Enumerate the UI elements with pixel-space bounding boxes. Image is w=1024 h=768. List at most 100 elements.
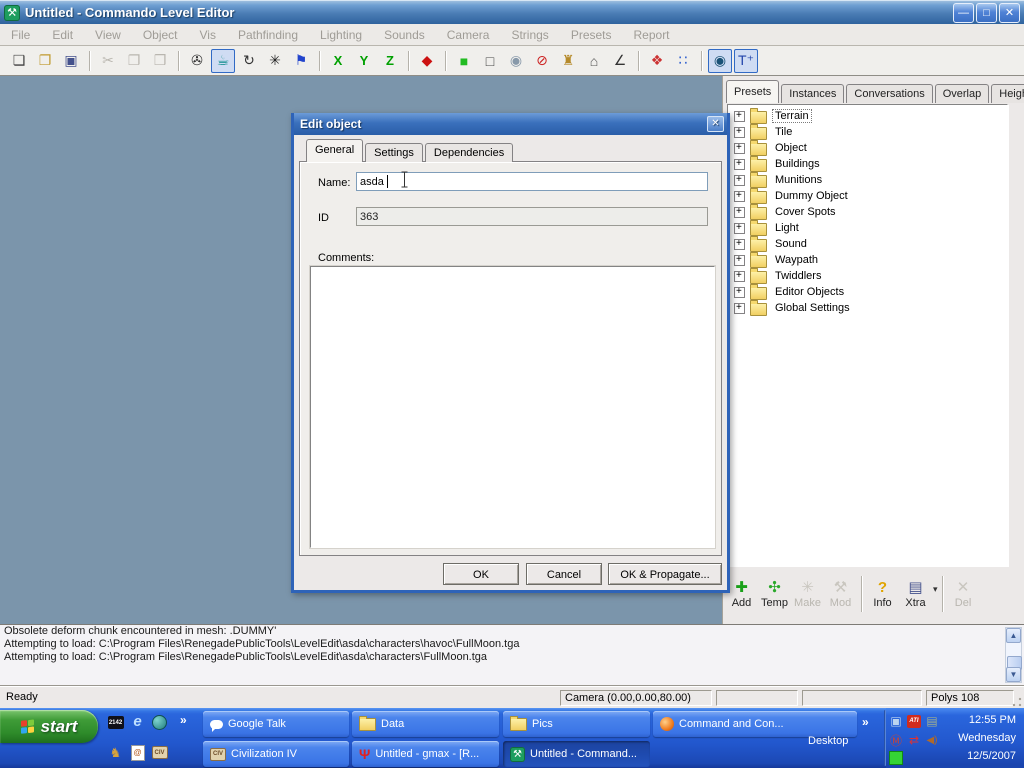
quicklaunch-ie-icon[interactable]: e (129, 713, 146, 730)
menu-presets[interactable]: Presets (560, 28, 623, 42)
tab-dependencies[interactable]: Dependencies (425, 143, 513, 162)
log-scrollbar[interactable]: ▲ ▼ (1005, 627, 1022, 683)
vis-eye-icon[interactable]: ◉ (504, 49, 528, 73)
tree-item-sound[interactable]: Sound (730, 236, 1007, 252)
orbit-icon[interactable]: ↻ (237, 49, 261, 73)
open-folder-icon[interactable]: ❐ (33, 49, 57, 73)
dialog-close-icon[interactable]: ✕ (707, 116, 724, 132)
xtra-dropdown-icon[interactable]: ▾ (933, 584, 938, 595)
tab-instances[interactable]: Instances (781, 84, 844, 103)
maximize-button[interactable]: □ (976, 3, 997, 23)
quicklaunch-document-icon[interactable]: @ (129, 744, 146, 761)
new-file-icon[interactable]: ❏ (7, 49, 31, 73)
quicklaunch-messenger-icon[interactable] (151, 714, 168, 731)
tab-overlap[interactable]: Overlap (935, 84, 990, 103)
xtra-button[interactable]: ▤Xtra (899, 572, 932, 616)
tree-item-terrain[interactable]: Terrain (730, 108, 1007, 124)
tab-heightfield[interactable]: Heightfield (991, 84, 1024, 103)
task-pics-folder[interactable]: Pics (503, 711, 650, 737)
tree-item-global-settings[interactable]: Global Settings (730, 300, 1007, 316)
expand-plus-icon[interactable] (734, 143, 745, 154)
ati-tray-icon[interactable]: ATI (906, 713, 922, 729)
vehicle-icon[interactable]: ⌂ (582, 49, 606, 73)
cancel-button[interactable]: Cancel (526, 563, 602, 585)
quicklaunch-bf2142-icon[interactable]: 2142 (107, 714, 124, 731)
desktop-toolbar-chevron[interactable]: » (862, 715, 869, 729)
task-level-editor[interactable]: ⚒ Untitled - Command... (503, 741, 650, 767)
tree-item-object[interactable]: Object (730, 140, 1007, 156)
tree-item-waypath[interactable]: Waypath (730, 252, 1007, 268)
expand-plus-icon[interactable] (734, 271, 745, 282)
expand-plus-icon[interactable] (734, 223, 745, 234)
walk-icon[interactable]: ✳ (263, 49, 287, 73)
solid-box-icon[interactable]: ■ (452, 49, 476, 73)
network-tray-icon[interactable]: ▣ (888, 713, 904, 729)
tree-item-tile[interactable]: Tile (730, 124, 1007, 140)
tree-item-light[interactable]: Light (730, 220, 1007, 236)
rgb-squares-icon[interactable]: ∷ (671, 49, 695, 73)
tree-item-editor-objects[interactable]: Editor Objects (730, 284, 1007, 300)
tree-item-dummy-object[interactable]: Dummy Object (730, 188, 1007, 204)
ok-propagate-button[interactable]: OK & Propagate... (608, 563, 722, 585)
expand-plus-icon[interactable] (734, 175, 745, 186)
quicklaunch-civ-icon[interactable]: CIV (151, 744, 168, 761)
task-data-folder[interactable]: Data (352, 711, 499, 737)
task-google-talk[interactable]: Google Talk (203, 711, 349, 737)
quicklaunch-overflow-chevron[interactable]: » (180, 713, 187, 727)
temp-button[interactable]: ✣Temp (758, 572, 791, 616)
task-command-and-conquer[interactable]: Command and Con... (653, 711, 857, 737)
start-button[interactable]: start (0, 710, 98, 743)
menu-pathfinding[interactable]: Pathfinding (227, 28, 309, 42)
save-icon[interactable]: ▣ (59, 49, 83, 73)
expand-plus-icon[interactable] (734, 207, 745, 218)
resize-grip[interactable] (1012, 697, 1022, 707)
teapot-icon[interactable]: ☕ (211, 49, 235, 73)
dialog-titlebar[interactable]: Edit object ✕ (294, 113, 727, 135)
menu-object[interactable]: Object (132, 28, 189, 42)
angle-icon[interactable]: ∠ (608, 49, 632, 73)
menu-file[interactable]: File (0, 28, 41, 42)
tab-presets[interactable]: Presets (726, 80, 779, 103)
menu-vis[interactable]: Vis (189, 28, 227, 42)
expand-plus-icon[interactable] (734, 303, 745, 314)
stamp-icon[interactable]: ♜ (556, 49, 580, 73)
axis-z-icon[interactable]: Z (378, 49, 402, 73)
close-button[interactable]: ✕ (999, 3, 1020, 23)
menu-strings[interactable]: Strings (500, 28, 559, 42)
no-vis-icon[interactable]: ⊘ (530, 49, 554, 73)
ok-button[interactable]: OK (443, 563, 519, 585)
expand-plus-icon[interactable] (734, 287, 745, 298)
menu-view[interactable]: View (84, 28, 132, 42)
expand-plus-icon[interactable] (734, 191, 745, 202)
expand-plus-icon[interactable] (734, 159, 745, 170)
axis-y-icon[interactable]: Y (352, 49, 376, 73)
scroll-down-icon[interactable]: ▼ (1006, 667, 1021, 682)
axis-x-icon[interactable]: X (326, 49, 350, 73)
comments-field[interactable] (310, 266, 715, 548)
expand-plus-icon[interactable] (734, 239, 745, 250)
camera-icon[interactable]: ✇ (185, 49, 209, 73)
menu-report[interactable]: Report (623, 28, 681, 42)
signal-tray-icon[interactable] (888, 750, 904, 766)
menu-lighting[interactable]: Lighting (309, 28, 373, 42)
text-tool-icon[interactable]: T⁺ (734, 49, 758, 73)
menu-sounds[interactable]: Sounds (373, 28, 436, 42)
tree-item-cover-spots[interactable]: Cover Spots (730, 204, 1007, 220)
minimize-button[interactable]: — (953, 3, 974, 23)
rgb-cubes-icon[interactable]: ❖ (645, 49, 669, 73)
wire-box-icon[interactable]: □ (478, 49, 502, 73)
expand-plus-icon[interactable] (734, 127, 745, 138)
menu-camera[interactable]: Camera (436, 28, 501, 42)
eye-icon[interactable]: ◉ (708, 49, 732, 73)
expand-plus-icon[interactable] (734, 111, 745, 122)
presets-tree[interactable]: Terrain Tile Object Buildings Munitions … (727, 104, 1008, 566)
scroll-up-icon[interactable]: ▲ (1006, 628, 1021, 643)
tree-item-twiddlers[interactable]: Twiddlers (730, 268, 1007, 284)
desktop-toolbar-label[interactable]: Desktop (808, 735, 848, 747)
quicklaunch-game-icon[interactable]: ♞ (107, 744, 124, 761)
plumb-icon[interactable]: ◆ (415, 49, 439, 73)
info-button[interactable]: ?Info (866, 572, 899, 616)
task-gmax[interactable]: Ψ Untitled - gmax - [R... (352, 741, 499, 767)
menu-edit[interactable]: Edit (41, 28, 84, 42)
tab-conversations[interactable]: Conversations (846, 84, 932, 103)
